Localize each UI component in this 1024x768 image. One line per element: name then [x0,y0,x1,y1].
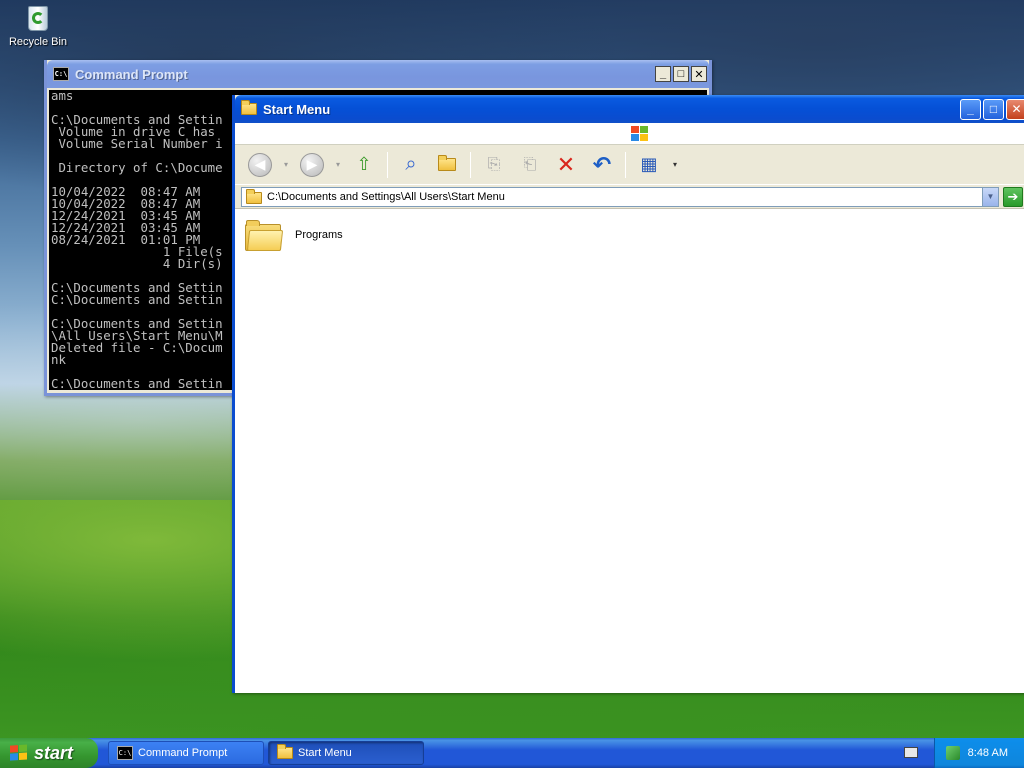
recycle-bin-icon [24,2,52,32]
windows-logo-icon [10,744,28,761]
move-to-button[interactable]: ⎘ [479,150,509,180]
address-bar: C:\Documents and Settings\All Users\Star… [235,185,1024,209]
taskbar-item-command-prompt[interactable]: C:\ Command Prompt [108,741,264,765]
back-icon: ◀ [248,152,272,177]
views-dropdown[interactable]: ▾ [670,160,680,169]
windows-logo-icon [631,126,649,142]
delete-icon: ✕ [556,151,576,177]
forward-button[interactable]: ▶ [297,150,327,180]
explorer-titlebar[interactable]: Start Menu _ □ ✕ [235,95,1024,123]
menubar [235,123,1024,145]
address-text: C:\Documents and Settings\All Users\Star… [267,190,505,203]
folders-button[interactable] [432,150,462,180]
cmd-icon: C:\ [117,746,133,760]
standard-toolbar: ◀ ▾ ▶ ▾ ⇧ ⌕ ⎘ ⎗ ✕ ↶ ▦ ▾ [235,145,1024,185]
start-button[interactable]: start [0,738,98,768]
file-view[interactable]: Programs [235,209,1024,693]
undo-icon: ↶ [592,151,612,177]
cmd-close-button[interactable]: ✕ [691,66,707,82]
up-folder-button[interactable]: ⇧ [349,150,379,180]
search-button[interactable]: ⌕ [396,150,426,180]
toolbar-separator [470,151,471,178]
taskbar-item-label: Start Menu [298,747,352,759]
taskbar-item-label: Command Prompt [138,747,228,759]
file-item-label: Programs [295,229,343,241]
folder-icon [277,744,293,759]
minimize-button[interactable]: _ [960,98,981,120]
back-dropdown[interactable]: ▾ [281,160,291,169]
desktop-icon-recycle-bin[interactable]: Recycle Bin [6,2,70,48]
folder-icon [245,219,284,251]
explorer-window[interactable]: Start Menu _ □ ✕ ◀ ▾ ▶ ▾ ⇧ ⌕ ⎘ ⎗ ✕ ↶ ▦ ▾ [232,95,1024,693]
toolbar-separator [387,151,388,178]
maximize-button[interactable]: □ [983,98,1004,120]
file-item-programs[interactable]: Programs [245,219,343,251]
start-label: start [34,742,74,763]
copy-to-button[interactable]: ⎗ [515,150,545,180]
toolbar-separator [625,151,626,178]
move-to-icon: ⎘ [487,155,501,173]
folder-icon [241,100,257,115]
cmd-titlebar[interactable]: C:\ Command Prompt _ □ ✕ [47,60,709,88]
taskbar-item-start-menu[interactable]: Start Menu [268,741,424,765]
cmd-maximize-button[interactable]: □ [673,66,689,82]
recycle-bin-label: Recycle Bin [8,36,68,48]
address-folder-icon [246,189,262,204]
search-icon: ⌕ [405,153,417,175]
up-folder-icon: ⇧ [356,154,372,174]
views-icon: ▦ [640,154,658,174]
taskbar: start C:\ Command Prompt Start Menu 8:48… [0,738,1024,768]
forward-dropdown[interactable]: ▾ [333,160,343,169]
undo-button[interactable]: ↶ [587,150,617,180]
system-tray: 8:48 AM [934,738,1024,768]
delete-button[interactable]: ✕ [551,150,581,180]
cmd-icon: C:\ [53,67,69,81]
close-button[interactable]: ✕ [1006,98,1024,120]
copy-to-icon: ⎗ [523,155,537,173]
back-button[interactable]: ◀ [245,150,275,180]
cmd-title: Command Prompt [75,66,188,82]
address-dropdown-button[interactable]: ▼ [982,187,998,206]
clock[interactable]: 8:48 AM [968,747,1008,759]
go-button[interactable]: ➔ [1003,186,1023,207]
address-field[interactable]: C:\Documents and Settings\All Users\Star… [241,186,999,207]
cmd-minimize-button[interactable]: _ [655,66,671,82]
folders-icon [438,155,456,171]
views-button[interactable]: ▦ [634,150,664,180]
explorer-title: Start Menu [263,101,331,117]
keyboard-icon[interactable] [904,747,918,758]
network-icon[interactable] [945,746,960,760]
forward-icon: ▶ [300,152,324,177]
